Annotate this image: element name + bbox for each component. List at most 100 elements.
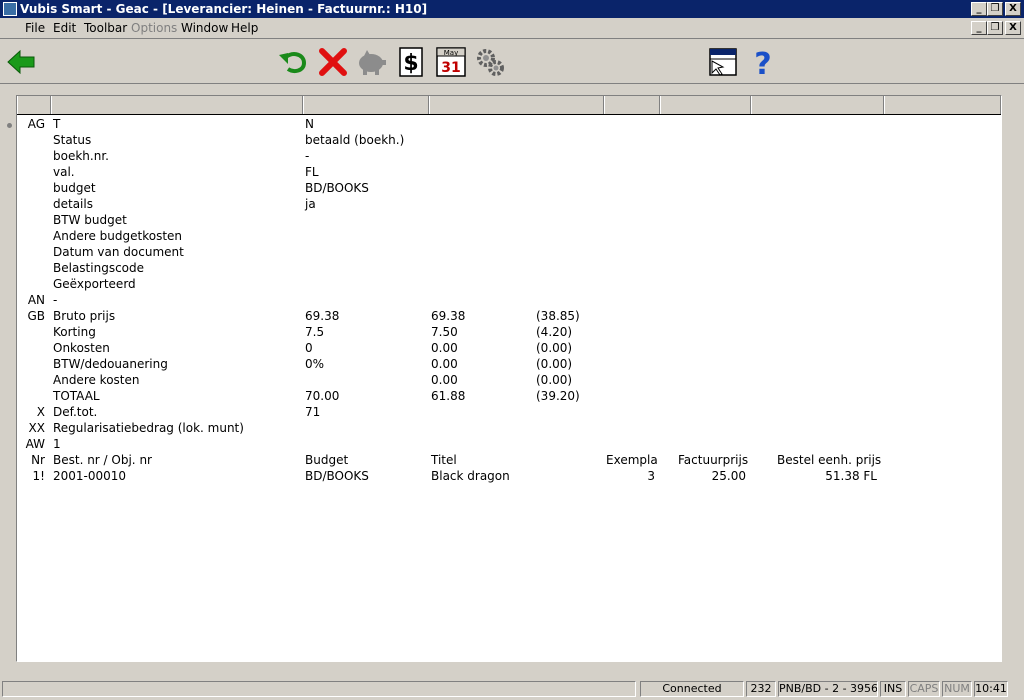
row-label: 1 xyxy=(53,437,61,451)
calendar-icon[interactable]: May 31 xyxy=(434,45,468,79)
row-value2: 0.00 xyxy=(431,341,458,355)
grid-row[interactable]: BTW budget xyxy=(17,212,1001,228)
row-value1: - xyxy=(305,149,310,163)
menu-toolbar[interactable]: Toolbar xyxy=(84,21,127,35)
grid-row[interactable]: Belastingscode xyxy=(17,260,1001,276)
grid-header xyxy=(17,96,1001,115)
svg-text:?: ? xyxy=(754,47,771,79)
row-value1: 7.5 xyxy=(305,325,325,339)
back-arrow-icon[interactable] xyxy=(4,45,38,79)
column-header-value4[interactable] xyxy=(660,96,751,114)
window-title: Vubis Smart - Geac - [Leverancier: Heine… xyxy=(20,2,428,16)
header-titel: Titel xyxy=(431,453,457,467)
header-best-nr: Best. nr / Obj. nr xyxy=(53,453,152,467)
row-label: boekh.nr. xyxy=(53,149,109,163)
grid-row[interactable]: AN - xyxy=(17,292,1001,308)
status-time: 10:41 xyxy=(974,681,1008,697)
dollar-icon[interactable]: $ xyxy=(395,45,429,79)
row-value3: (0.00) xyxy=(536,357,573,371)
grid-row[interactable]: X Def.tot. 71 xyxy=(17,404,1001,420)
grid-row[interactable]: Andere kosten 0.00 (0.00) xyxy=(17,372,1001,388)
line-bestel-eenh-prijs: 51.38 FL xyxy=(825,469,877,483)
data-grid: AG T N Status betaald (boekh.) boekh.nr. - val.… xyxy=(16,95,1002,662)
menu-help[interactable]: Help xyxy=(231,21,258,35)
row-label: BTW/dedouanering xyxy=(53,357,168,371)
row-value1: FL xyxy=(305,165,319,179)
row-value3: (4.20) xyxy=(536,325,573,339)
status-bar: Connected 232 PNB/BD - 2 - 3956 INS CAPS… xyxy=(0,680,1024,700)
svg-text:$: $ xyxy=(403,51,418,76)
window-layout-icon[interactable] xyxy=(706,45,740,79)
grid-row[interactable]: GB Bruto prijs 69.38 69.38 (38.85) xyxy=(17,308,1001,324)
row-label: Bruto prijs xyxy=(53,309,116,323)
row-value1: 69.38 xyxy=(305,309,340,323)
row-label: TOTAAL xyxy=(53,389,100,403)
row-label: Def.tot. xyxy=(53,405,98,419)
grid-row[interactable]: Geëxporteerd xyxy=(17,276,1001,292)
row-tag: AN xyxy=(27,293,45,307)
row-value3: (39.20) xyxy=(536,389,580,403)
menu-bar: File Edit Toolbar Options Window Help _ … xyxy=(0,18,1024,39)
column-header-value6[interactable] xyxy=(884,96,1001,114)
line-best-nr: 2001-00010 xyxy=(53,469,127,483)
grid-row[interactable]: XX Regularisatiebedrag (lok. munt) xyxy=(17,420,1001,436)
grid-row[interactable]: Onkosten 0 0.00 (0.00) xyxy=(17,340,1001,356)
menu-window[interactable]: Window xyxy=(181,21,228,35)
row-value3: (0.00) xyxy=(536,341,573,355)
row-value2: 69.38 xyxy=(431,309,466,323)
menu-edit[interactable]: Edit xyxy=(53,21,76,35)
row-value1: 0 xyxy=(305,341,313,355)
current-row-indicator xyxy=(7,123,12,128)
status-count: 232 xyxy=(746,681,776,697)
undo-icon[interactable] xyxy=(276,45,310,79)
help-icon[interactable]: ? xyxy=(746,45,780,82)
grid-row[interactable]: boekh.nr. - xyxy=(17,148,1001,164)
row-label: val. xyxy=(53,165,75,179)
line-nr: 1! xyxy=(32,469,45,483)
line-budget: BD/BOOKS xyxy=(305,469,369,483)
header-budget: Budget xyxy=(305,453,349,467)
mdi-close-button[interactable]: X xyxy=(1005,21,1021,35)
row-value3: (0.00) xyxy=(536,373,573,387)
maximize-button[interactable]: ❒ xyxy=(987,2,1003,16)
row-value1: ja xyxy=(305,197,316,211)
column-header-value5[interactable] xyxy=(751,96,884,114)
row-label: Onkosten xyxy=(53,341,110,355)
grid-row[interactable]: AW 1 xyxy=(17,436,1001,452)
settings-gears-icon[interactable] xyxy=(473,45,507,79)
order-line-row[interactable]: 1! 2001-00010 BD/BOOKS Black dragon 3 25… xyxy=(17,468,1001,484)
grid-row[interactable]: Korting 7.5 7.50 (4.20) xyxy=(17,324,1001,340)
row-value1: BD/BOOKS xyxy=(305,181,369,195)
column-header-value1[interactable] xyxy=(303,96,429,114)
grid-row[interactable]: val. FL xyxy=(17,164,1001,180)
grid-row[interactable]: Status betaald (boekh.) xyxy=(17,132,1001,148)
grid-row[interactable]: BTW/dedouanering 0% 0.00 (0.00) xyxy=(17,356,1001,372)
status-connection: Connected xyxy=(640,681,744,697)
close-button[interactable]: X xyxy=(1005,2,1021,16)
header-nr: Nr xyxy=(31,453,45,467)
menu-options[interactable]: Options xyxy=(131,21,177,35)
row-value1: 71 xyxy=(305,405,321,419)
grid-row[interactable]: AG T N xyxy=(17,116,1001,132)
grid-row[interactable]: details ja xyxy=(17,196,1001,212)
row-tag: GB xyxy=(27,309,45,323)
grid-row[interactable]: TOTAAL 70.00 61.88 (39.20) xyxy=(17,388,1001,404)
mdi-restore-button[interactable]: ❒ xyxy=(987,21,1003,35)
row-label: T xyxy=(53,117,61,131)
row-value2: 0.00 xyxy=(431,373,458,387)
grid-row[interactable]: Andere budgetkosten xyxy=(17,228,1001,244)
minimize-button[interactable]: _ xyxy=(971,2,987,16)
row-tag: XX xyxy=(28,421,45,435)
menu-file[interactable]: File xyxy=(25,21,45,35)
grid-row[interactable]: Datum van document xyxy=(17,244,1001,260)
column-header-tag[interactable] xyxy=(17,96,51,114)
column-header-value2[interactable] xyxy=(429,96,604,114)
delete-icon[interactable] xyxy=(316,45,350,79)
mdi-minimize-button[interactable]: _ xyxy=(971,21,987,35)
grid-row[interactable]: budget BD/BOOKS xyxy=(17,180,1001,196)
row-tag: AW xyxy=(25,437,45,451)
column-header-label[interactable] xyxy=(51,96,303,114)
piggy-bank-icon[interactable] xyxy=(354,45,388,79)
column-header-value3[interactable] xyxy=(604,96,660,114)
line-factuurprijs: 25.00 xyxy=(711,469,746,483)
